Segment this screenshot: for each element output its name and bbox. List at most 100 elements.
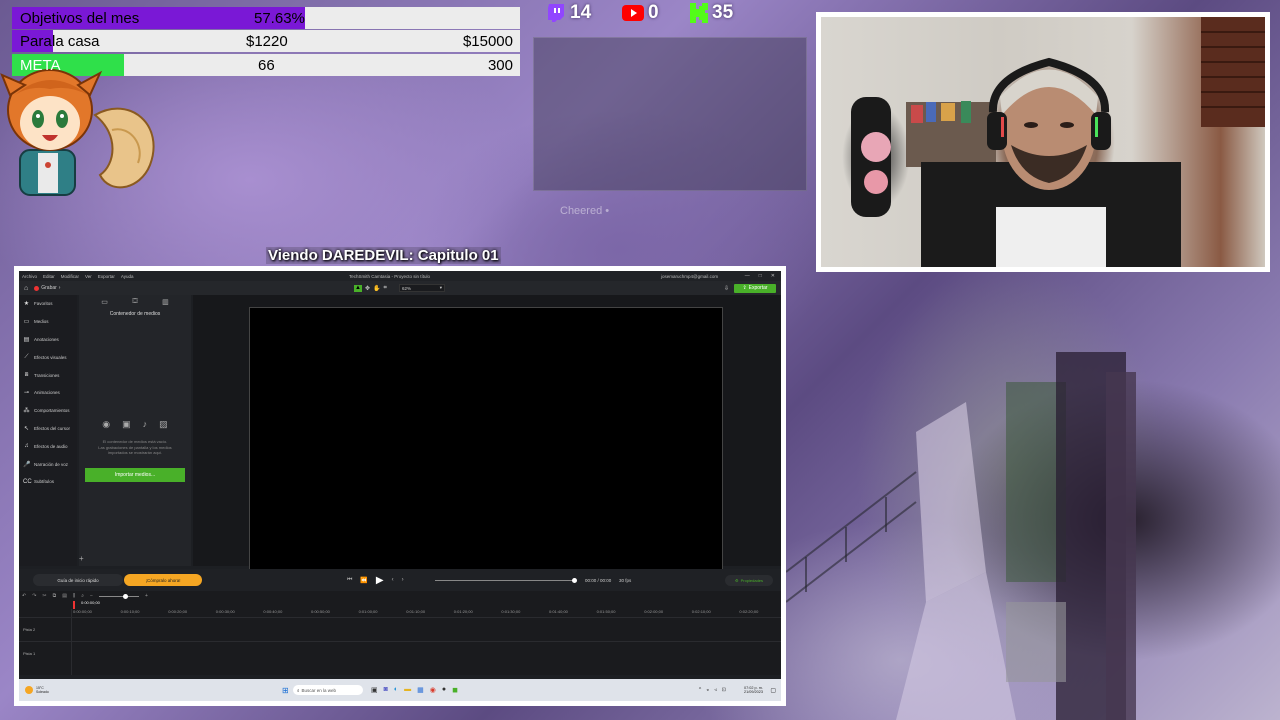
behaviors-icon: ⁂ (23, 408, 30, 415)
import-media-button[interactable]: Importar medios... (85, 468, 185, 482)
menu-item-exportar[interactable]: Exportar (98, 274, 115, 279)
zoom-slider[interactable] (98, 593, 139, 599)
goal-target: 300 (487, 56, 513, 74)
media-bin-tab-icon[interactable]: ▭ (101, 298, 108, 306)
copy-icon[interactable]: ⧉ (53, 593, 57, 599)
voice-narration-icon: 🎤 (23, 461, 31, 468)
play-icon[interactable]: ▶ (376, 575, 384, 586)
paste-icon[interactable]: ▤ (62, 593, 67, 599)
split-icon[interactable]: ⫼ (73, 593, 75, 599)
ruler-tick-label: 0:01:00;00 (358, 609, 378, 614)
crop-tool-icon[interactable]: ⌗ (383, 285, 386, 292)
step-back-icon[interactable]: ⏪ (360, 577, 367, 584)
sidebar-item-annotations[interactable]: ▤ Anotaciones (19, 331, 77, 349)
start-button-icon[interactable]: ⊞ (282, 686, 289, 695)
menu-item-modificar[interactable]: Modificar (61, 274, 79, 279)
menu-item-ayuda[interactable]: Ayuda (121, 274, 134, 279)
timeline-panel: ↶ ↷ ✂ ⧉ ▤ ⫼ ⌕ − + 0:00:00;00 0:00:00;00 0… (19, 591, 781, 675)
quick-start-guide-button[interactable]: Guía de inicio rápido (33, 574, 123, 586)
window-title: TechSmith Camtasia - Proyecto sin título (349, 273, 431, 279)
task-view-icon[interactable]: ▣ (371, 686, 378, 694)
webcam-feed (816, 12, 1270, 272)
cut-icon[interactable]: ✂ (42, 593, 46, 599)
playhead-time: 0:00:00;00 (81, 600, 100, 605)
ruler-tick-label: 0:00:10;00 (120, 609, 140, 614)
sidebar-item-behaviors[interactable]: ⁂ Comportamientos (19, 402, 77, 420)
menu-item-editar[interactable]: Editar (43, 274, 55, 279)
sidebar-item-media[interactable]: ▭ Medios (19, 313, 77, 331)
sidebar-item-visual-effects[interactable]: ⟋ Efectos visuales (19, 348, 77, 366)
properties-button[interactable]: ⚙ Propiedades (725, 574, 773, 586)
teams-icon[interactable]: ◙ (384, 686, 388, 694)
fps-label: 30 fps (619, 577, 632, 583)
camtasia-taskbar-icon[interactable]: ◼ (452, 686, 458, 694)
clock-date: 21/09/2023 (743, 690, 763, 694)
sidebar-item-label: Favoritos (34, 301, 53, 307)
scrub-handle[interactable] (572, 577, 577, 583)
track-label: Pista 2 (23, 627, 36, 632)
properties-label: Propiedades (740, 577, 764, 583)
goal-current: $1220 (246, 32, 288, 50)
obs-icon[interactable]: ● (442, 686, 446, 694)
buy-now-button[interactable]: ¡Cómpralo ahora! (124, 574, 202, 586)
home-icon[interactable]: ⌂ (24, 285, 28, 292)
network-icon[interactable]: ◒ (706, 687, 709, 693)
sidebar-item-voice-narration[interactable]: 🎤 Narración de voz (19, 455, 77, 473)
playhead-marker[interactable] (73, 601, 75, 609)
tray-chevron-icon[interactable]: ^ (699, 687, 701, 693)
kick-count: 35 (712, 2, 734, 23)
hand-tool-icon[interactable]: ✋ (373, 285, 380, 292)
record-button[interactable]: Grabar › (34, 285, 60, 291)
sidebar-item-audio-effects[interactable]: ♫ Efectos de audio (19, 437, 77, 455)
sidebar-item-favorites[interactable]: ★ Favoritos (19, 295, 77, 313)
chrome-icon[interactable]: ◉ (430, 686, 436, 694)
library-tab-icon[interactable]: ⛋ (132, 298, 137, 306)
sidebar-item-cursor-effects[interactable]: ↖ Efectos del cursor (19, 420, 77, 438)
film-icon: ▣ (122, 419, 131, 429)
language-icon[interactable]: ⊡ (722, 687, 726, 693)
scrub-slider[interactable] (435, 579, 575, 581)
edge-icon[interactable]: ◐ (394, 686, 398, 694)
youtube-count: 0 (648, 2, 659, 23)
zoom-out-icon[interactable]: − (90, 593, 93, 599)
file-explorer-icon[interactable]: ▬ (404, 686, 411, 694)
media-bin-panel: ▭ ⛋ ▥ Contenedor de medios ◉ ▣ ♪ ▨ El co… (79, 295, 191, 566)
notifications-icon[interactable]: ▢ (770, 687, 776, 694)
select-tool-icon[interactable]: ▲ (354, 284, 362, 292)
track-1: Pista 1 (19, 641, 781, 665)
volume-icon[interactable]: ◃ (714, 687, 717, 693)
sidebar-item-animations[interactable]: ⊸ Animaciones (19, 384, 77, 402)
weather-widget[interactable]: 15°C Soleado (25, 686, 49, 694)
menu-item-archivo[interactable]: Archivo (22, 274, 37, 279)
zoom-icon[interactable]: ⌕ (81, 593, 84, 599)
taskbar-search-box[interactable]: ⌕ Buscar en la web (293, 685, 363, 695)
media-library-tab-icon[interactable]: ▥ (162, 298, 169, 306)
redo-icon[interactable]: ↷ (32, 593, 36, 599)
pan-tool-icon[interactable]: ✥ (365, 285, 370, 292)
sidebar-item-label: Anotaciones (34, 336, 59, 342)
visual-effects-icon: ⟋ (24, 353, 29, 360)
chevron-down-icon: ▾ (439, 285, 442, 290)
next-frame-icon[interactable]: › (402, 577, 404, 583)
minimize-icon[interactable]: — (745, 273, 750, 279)
zoom-select[interactable]: 62% ▾ (399, 284, 445, 292)
export-button[interactable]: ⇪ Exportar (734, 283, 776, 293)
prev-frame-icon[interactable]: ‹ (392, 577, 394, 583)
preview-canvas[interactable] (249, 307, 723, 575)
menu-item-ver[interactable]: Ver (85, 274, 92, 279)
download-icon[interactable]: ⇩ (724, 285, 729, 292)
sidebar-item-captions[interactable]: CC Subtítulos (19, 473, 77, 491)
image-icon: ▨ (159, 419, 168, 429)
add-icon[interactable]: + (79, 554, 84, 563)
store-icon[interactable]: ▦ (417, 686, 424, 694)
sidebar-item-transitions[interactable]: ⧈ Transiciones (19, 366, 77, 384)
goal-bar-house: Para la casa $1220 $15000 (12, 30, 520, 52)
undo-icon[interactable]: ↶ (22, 593, 26, 599)
maximize-icon[interactable]: □ (759, 273, 762, 279)
sun-icon (25, 686, 33, 694)
rewind-icon[interactable]: ⏮ (347, 577, 352, 584)
ruler-tick-label: 0:01:10;00 (406, 609, 426, 614)
annotations-icon: ▤ (23, 336, 30, 343)
zoom-in-icon[interactable]: + (145, 593, 148, 599)
close-icon[interactable]: ✕ (771, 273, 775, 279)
